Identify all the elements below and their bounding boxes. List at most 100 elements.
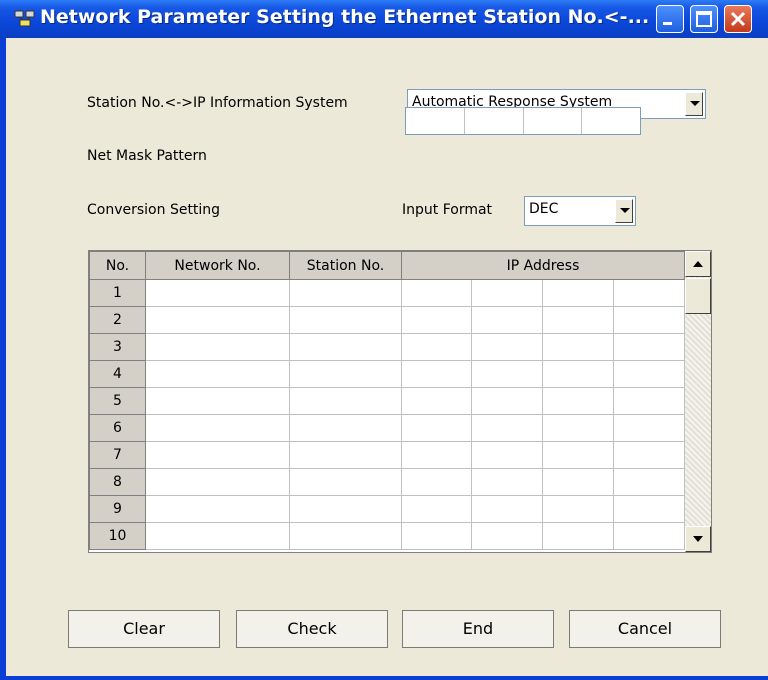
station-no-cell[interactable] xyxy=(289,387,402,415)
station-table[interactable]: No. Network No. Station No. IP Address 1… xyxy=(88,250,712,553)
ip-octet-cell[interactable] xyxy=(401,468,472,496)
table-row[interactable]: 1 xyxy=(89,279,685,307)
network-no-cell[interactable] xyxy=(145,333,290,361)
conversion-setting-label: Conversion Setting xyxy=(87,202,221,218)
net-mask-octet-1[interactable] xyxy=(406,108,465,134)
ip-octet-cell[interactable] xyxy=(401,441,472,469)
table-row[interactable]: 10 xyxy=(89,522,685,550)
network-no-cell[interactable] xyxy=(145,522,290,550)
ip-octet-cell[interactable] xyxy=(471,387,543,415)
ip-octet-cell[interactable] xyxy=(471,360,543,388)
ip-octet-cell[interactable] xyxy=(613,441,685,469)
table-row[interactable]: 9 xyxy=(89,495,685,523)
network-no-cell[interactable] xyxy=(145,279,290,307)
maximize-button[interactable] xyxy=(690,5,718,33)
window-title: Network Parameter Setting the Ethernet S… xyxy=(40,6,650,28)
ip-octet-cell[interactable] xyxy=(471,306,543,334)
ip-octet-cell[interactable] xyxy=(542,414,614,442)
ip-octet-cell[interactable] xyxy=(542,468,614,496)
header-station-no: Station No. xyxy=(289,251,402,280)
minimize-button[interactable] xyxy=(656,5,684,33)
network-no-cell[interactable] xyxy=(145,306,290,334)
chevron-down-icon[interactable] xyxy=(615,199,633,223)
ip-octet-cell[interactable] xyxy=(542,306,614,334)
table-row[interactable]: 2 xyxy=(89,306,685,334)
ip-octet-cell[interactable] xyxy=(542,387,614,415)
station-no-cell[interactable] xyxy=(289,522,402,550)
ip-octet-cell[interactable] xyxy=(471,414,543,442)
ip-octet-cell[interactable] xyxy=(401,387,472,415)
station-no-cell[interactable] xyxy=(289,414,402,442)
close-button[interactable] xyxy=(724,5,752,33)
scroll-up-icon[interactable] xyxy=(685,251,711,277)
network-no-cell[interactable] xyxy=(145,387,290,415)
row-number: 10 xyxy=(89,522,146,550)
network-no-cell[interactable] xyxy=(145,360,290,388)
ip-octet-cell[interactable] xyxy=(471,495,543,523)
title-bar[interactable]: Network Parameter Setting the Ethernet S… xyxy=(0,0,768,38)
net-mask-field[interactable] xyxy=(405,107,641,135)
row-number: 6 xyxy=(89,414,146,442)
station-no-cell[interactable] xyxy=(289,279,402,307)
network-no-cell[interactable] xyxy=(145,441,290,469)
clear-button[interactable]: Clear xyxy=(68,610,220,648)
ip-octet-cell[interactable] xyxy=(471,441,543,469)
network-no-cell[interactable] xyxy=(145,414,290,442)
station-no-cell[interactable] xyxy=(289,360,402,388)
table-row[interactable]: 3 xyxy=(89,333,685,361)
station-no-cell[interactable] xyxy=(289,441,402,469)
table-row[interactable]: 8 xyxy=(89,468,685,496)
scroll-thumb[interactable] xyxy=(685,278,711,314)
ip-octet-cell[interactable] xyxy=(613,279,685,307)
ip-octet-cell[interactable] xyxy=(613,360,685,388)
ip-octet-cell[interactable] xyxy=(542,441,614,469)
ip-octet-cell[interactable] xyxy=(471,333,543,361)
chevron-down-icon[interactable] xyxy=(685,92,703,116)
network-no-cell[interactable] xyxy=(145,468,290,496)
ip-octet-cell[interactable] xyxy=(613,387,685,415)
ip-octet-cell[interactable] xyxy=(401,360,472,388)
ip-octet-cell[interactable] xyxy=(613,495,685,523)
ip-octet-cell[interactable] xyxy=(401,522,472,550)
ip-octet-cell[interactable] xyxy=(401,414,472,442)
ip-octet-cell[interactable] xyxy=(401,306,472,334)
ip-octet-cell[interactable] xyxy=(471,522,543,550)
ip-octet-cell[interactable] xyxy=(401,495,472,523)
table-row[interactable]: 5 xyxy=(89,387,685,415)
row-number: 2 xyxy=(89,306,146,334)
input-format-dropdown[interactable]: DEC xyxy=(524,196,636,226)
station-no-cell[interactable] xyxy=(289,306,402,334)
scroll-down-icon[interactable] xyxy=(685,526,711,552)
net-mask-octet-3[interactable] xyxy=(524,108,583,134)
input-format-value: DEC xyxy=(529,201,559,217)
check-button[interactable]: Check xyxy=(236,610,388,648)
ip-octet-cell[interactable] xyxy=(401,333,472,361)
ip-octet-cell[interactable] xyxy=(542,495,614,523)
station-no-cell[interactable] xyxy=(289,333,402,361)
end-button[interactable]: End xyxy=(402,610,554,648)
ip-octet-cell[interactable] xyxy=(471,468,543,496)
ip-octet-cell[interactable] xyxy=(613,468,685,496)
ip-octet-cell[interactable] xyxy=(542,279,614,307)
ip-octet-cell[interactable] xyxy=(542,333,614,361)
row-number: 3 xyxy=(89,333,146,361)
table-row[interactable]: 6 xyxy=(89,414,685,442)
ip-octet-cell[interactable] xyxy=(613,333,685,361)
ip-octet-cell[interactable] xyxy=(471,279,543,307)
station-no-cell[interactable] xyxy=(289,495,402,523)
net-mask-octet-2[interactable] xyxy=(465,108,524,134)
ip-octet-cell[interactable] xyxy=(542,522,614,550)
cancel-button[interactable]: Cancel xyxy=(569,610,721,648)
ip-octet-cell[interactable] xyxy=(613,306,685,334)
net-mask-octet-4[interactable] xyxy=(582,108,640,134)
vertical-scrollbar[interactable] xyxy=(685,251,711,552)
ip-octet-cell[interactable] xyxy=(613,522,685,550)
ip-octet-cell[interactable] xyxy=(613,414,685,442)
network-no-cell[interactable] xyxy=(145,495,290,523)
ip-octet-cell[interactable] xyxy=(542,360,614,388)
input-format-label: Input Format xyxy=(402,202,493,218)
table-row[interactable]: 4 xyxy=(89,360,685,388)
station-no-cell[interactable] xyxy=(289,468,402,496)
ip-octet-cell[interactable] xyxy=(401,279,472,307)
table-row[interactable]: 7 xyxy=(89,441,685,469)
